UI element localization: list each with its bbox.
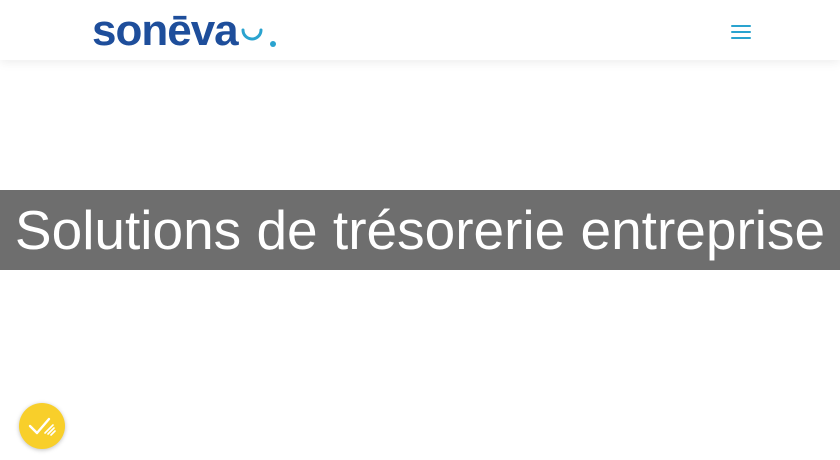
logo-wordmark: sonēva (92, 8, 239, 52)
site-header: sonēva (0, 0, 840, 60)
logo-dot (270, 41, 276, 47)
soneva-logo-icon: sonēva (92, 8, 276, 52)
hero-banner: Solutions de trésorerie entreprise (0, 190, 840, 270)
site-logo[interactable]: sonēva (92, 8, 282, 52)
cookie-consent-button[interactable] (19, 403, 65, 449)
cookie-consent-check-icon (28, 417, 56, 436)
page-title: Solutions de trésorerie entreprise (14, 199, 826, 261)
hamburger-menu-icon[interactable] (726, 20, 756, 44)
